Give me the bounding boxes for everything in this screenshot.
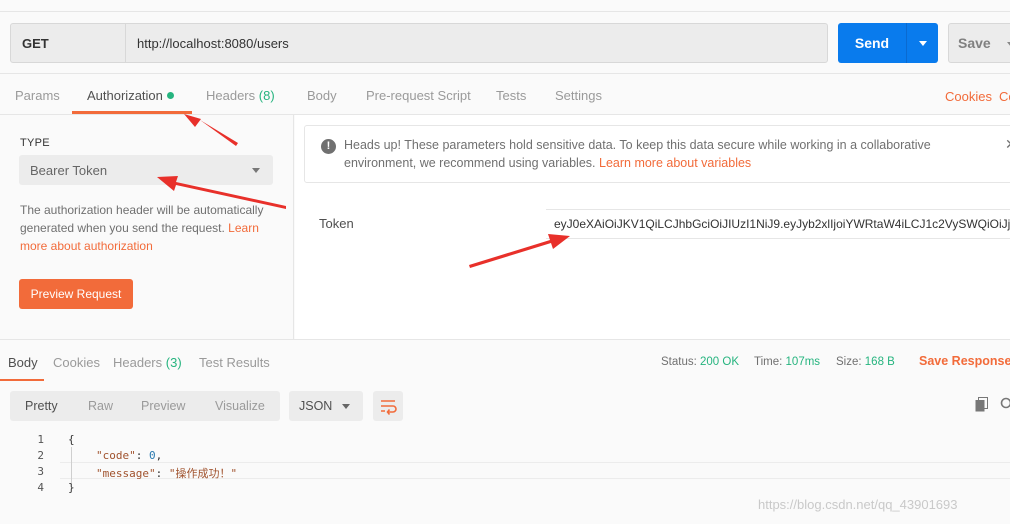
url-value: http://localhost:8080/users	[137, 35, 289, 51]
copy-icon[interactable]	[975, 397, 988, 412]
json-key: "code"	[96, 449, 136, 462]
token-value: eyJ0eXAiOiJKV1QiLCJhbGciOiJIUzI1NiJ9.eyJ…	[554, 217, 1010, 231]
size-label: Size:	[836, 356, 862, 368]
tab-tests[interactable]: Tests	[496, 74, 526, 115]
send-button[interactable]: Send	[838, 23, 938, 63]
save-button[interactable]: Save	[948, 23, 1010, 63]
preview-request-button[interactable]: Preview Request	[19, 279, 133, 309]
tab-headers-count: (8)	[258, 88, 275, 103]
code-line: {	[68, 433, 75, 446]
size-readout: Size: 168 B	[836, 340, 895, 384]
send-options-button[interactable]	[906, 23, 938, 63]
format-select[interactable]: JSON	[289, 391, 363, 421]
send-label: Send	[854, 35, 890, 51]
code-line: "code": 0,	[96, 449, 162, 462]
search-icon[interactable]	[1000, 397, 1010, 411]
json-separator: :	[135, 449, 149, 462]
response-tab-headers-label: Headers	[113, 355, 163, 370]
code-line: }	[68, 481, 75, 494]
status-readout: Status: 200 OK	[661, 340, 739, 384]
auth-description-text: The authorization header will be automat…	[20, 203, 264, 235]
time-value: 107ms	[785, 356, 821, 368]
json-number: 0	[149, 449, 156, 462]
view-preview[interactable]: Preview	[141, 391, 185, 421]
json-key: "message"	[96, 467, 156, 480]
line-number: 1	[37, 433, 44, 446]
tab-headers-label: Headers	[206, 88, 256, 103]
code-line: "message": "操作成功！"	[96, 465, 237, 481]
size-value: 168 B	[864, 356, 895, 368]
notice-text: Heads up! These parameters hold sensitiv…	[344, 136, 984, 172]
request-bar: GET http://localhost:8080/users Send Sav…	[0, 12, 1010, 74]
info-icon: !	[321, 139, 336, 154]
line-number: 3	[37, 465, 44, 478]
window-top-strip	[0, 0, 1010, 12]
chevron-down-icon	[252, 168, 260, 173]
auth-params-panel: ! Heads up! These parameters hold sensit…	[295, 115, 1010, 339]
token-label: Token	[319, 216, 354, 231]
active-tab-underline	[72, 111, 192, 114]
tab-body[interactable]: Body	[307, 74, 337, 115]
time-label: Time:	[754, 356, 783, 368]
auth-type-panel: TYPE Bearer Token The authorization head…	[0, 115, 294, 339]
response-tabs: Body Cookies Headers (3) Test Results St…	[0, 339, 1010, 384]
save-label: Save	[958, 35, 991, 51]
tab-pre-request-script[interactable]: Pre-request Script	[366, 74, 471, 115]
time-readout: Time: 107ms	[754, 340, 820, 384]
json-comma: ,	[155, 449, 163, 462]
auth-type-select[interactable]: Bearer Token	[19, 155, 273, 185]
watermark: https://blog.csdn.net/qq_43901693	[758, 497, 958, 512]
wrap-lines-icon	[381, 400, 397, 415]
json-separator: :	[155, 467, 169, 480]
cookies-link[interactable]: Cookies	[945, 74, 992, 120]
format-value: JSON	[299, 399, 333, 413]
response-tab-headers[interactable]: Headers (3)	[113, 340, 182, 386]
tab-params[interactable]: Params	[15, 74, 60, 115]
response-headers-count: (3)	[165, 355, 182, 370]
code-link[interactable]: Co	[999, 74, 1010, 120]
chevron-down-icon	[342, 404, 350, 409]
save-response-button[interactable]: Save Response	[919, 340, 1010, 382]
line-number: 4	[37, 481, 44, 494]
view-visualize[interactable]: Visualize	[215, 391, 265, 421]
method-label: GET	[22, 35, 49, 51]
sensitive-data-notice: ! Heads up! These parameters hold sensit…	[304, 125, 1010, 183]
auth-description: The authorization header will be automat…	[20, 201, 278, 255]
status-label: Status:	[661, 356, 697, 368]
line-number: 2	[37, 449, 44, 462]
wrap-lines-button[interactable]	[373, 391, 403, 421]
status-value: 200 OK	[700, 356, 740, 368]
token-input[interactable]: eyJ0eXAiOiJKV1QiLCJhbGciOiJIUzI1NiJ9.eyJ…	[546, 209, 1010, 239]
url-input[interactable]: http://localhost:8080/users	[125, 23, 828, 63]
response-tab-test-results[interactable]: Test Results	[199, 340, 270, 386]
chevron-down-icon	[919, 41, 927, 46]
active-dot-icon	[166, 92, 174, 99]
auth-type-value: Bearer Token	[30, 162, 108, 178]
json-string: "操作成功！"	[168, 467, 238, 480]
request-tabs: Params Authorization Headers (8) Body Pr…	[0, 74, 1010, 115]
response-tab-cookies[interactable]: Cookies	[53, 340, 100, 386]
view-mode-segmented: Pretty Raw Preview Visualize	[10, 391, 280, 421]
method-select[interactable]: GET	[10, 23, 126, 63]
view-pretty[interactable]: Pretty	[25, 391, 58, 421]
response-toolbar: Pretty Raw Preview Visualize JSON	[0, 381, 1010, 429]
close-icon[interactable]: ✕	[1005, 136, 1010, 153]
tab-headers[interactable]: Headers (8)	[206, 74, 275, 115]
indent-guide	[71, 447, 72, 485]
tab-authorization[interactable]: Authorization	[87, 74, 174, 115]
tab-authorization-label: Authorization	[87, 88, 163, 103]
learn-more-variables-link[interactable]: Learn more about variables	[599, 156, 751, 170]
view-raw[interactable]: Raw	[88, 391, 113, 421]
tab-settings[interactable]: Settings	[555, 74, 602, 115]
auth-type-label: TYPE	[20, 137, 50, 149]
